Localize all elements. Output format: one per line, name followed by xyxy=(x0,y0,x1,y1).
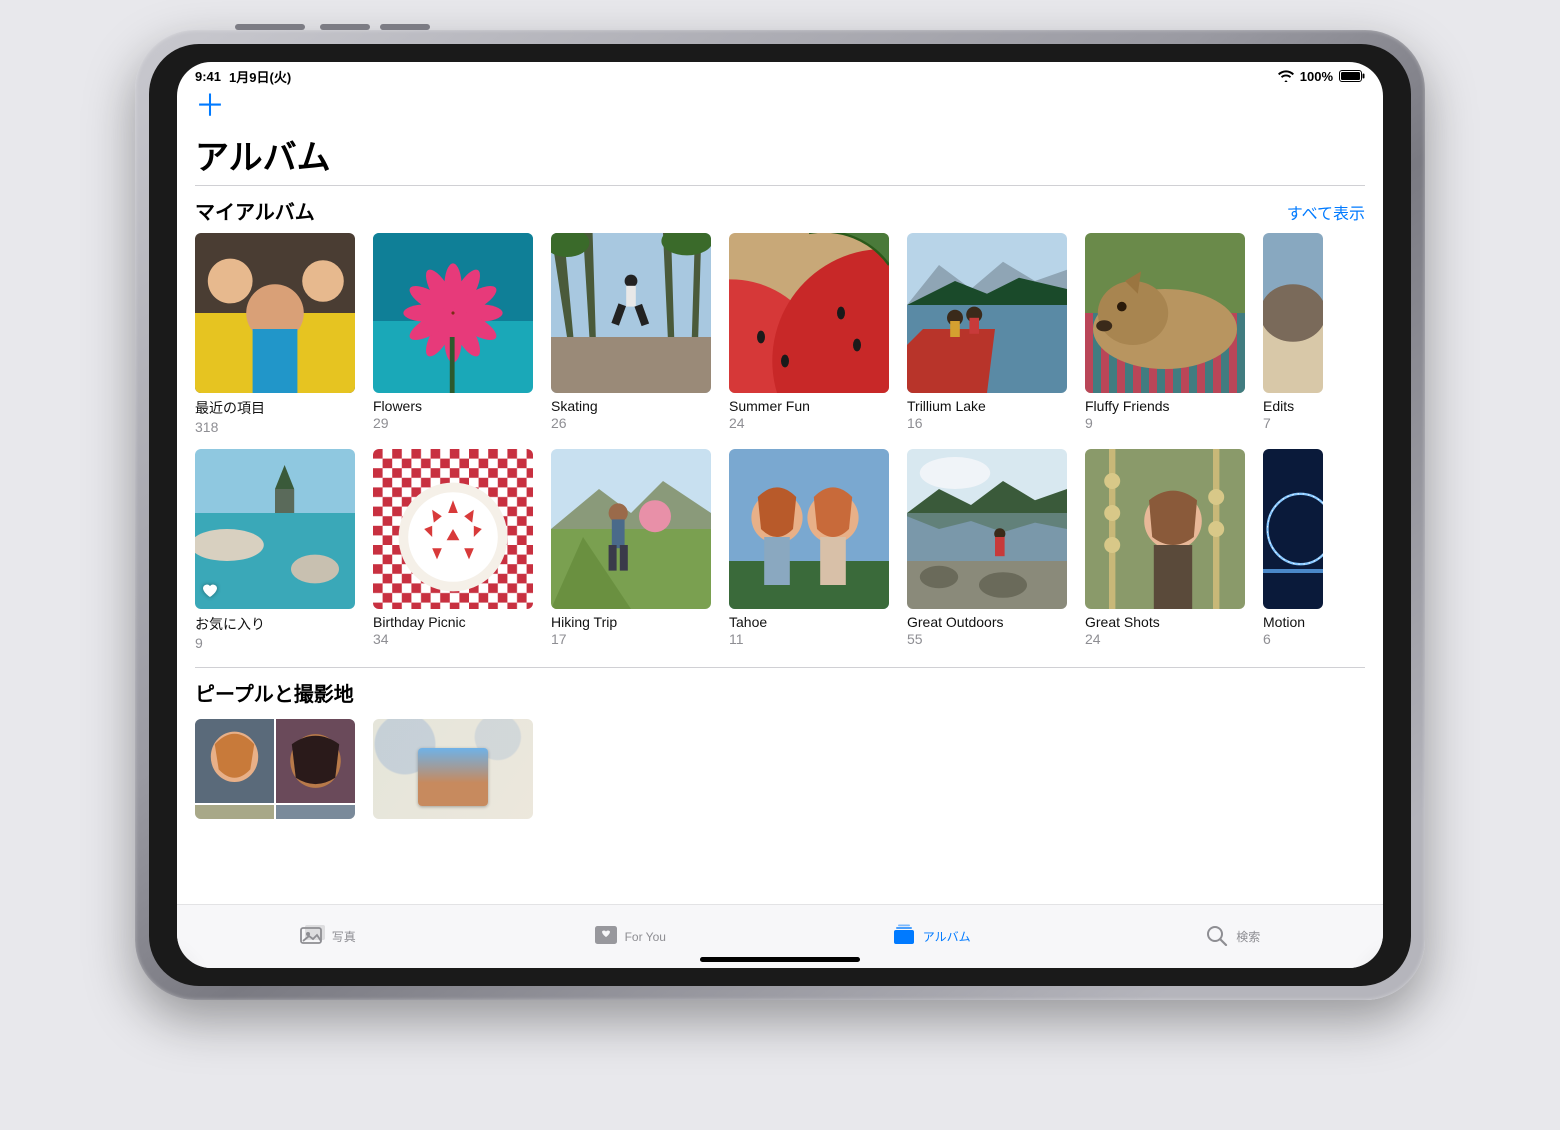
album-count: 24 xyxy=(729,415,889,431)
album-name: お気に入り xyxy=(195,614,355,634)
people-album[interactable] xyxy=(195,719,355,819)
album-count: 17 xyxy=(551,631,711,647)
album-count: 9 xyxy=(195,635,355,651)
tab-label: For You xyxy=(625,930,666,944)
page-title: アルバム xyxy=(177,122,1383,185)
album-count: 9 xyxy=(1085,415,1245,431)
album-name: Edits xyxy=(1263,398,1323,414)
albums-icon xyxy=(891,924,917,949)
tab-label: 検索 xyxy=(1236,928,1260,945)
battery-percent: 100% xyxy=(1300,69,1333,84)
battery-icon xyxy=(1339,70,1365,82)
album-count: 7 xyxy=(1263,415,1323,431)
album-name: 最近の項目 xyxy=(195,398,355,418)
places-album[interactable] xyxy=(373,719,533,819)
album-birthday-picnic[interactable]: Birthday Picnic 34 xyxy=(373,449,533,651)
status-time: 9:41 xyxy=(195,69,221,84)
album-count: 11 xyxy=(729,631,889,647)
album-name: Skating xyxy=(551,398,711,414)
album-name: Motion xyxy=(1263,614,1323,630)
album-edits[interactable]: Edits 7 xyxy=(1263,233,1323,435)
wifi-icon xyxy=(1278,70,1294,82)
see-all-link[interactable]: すべて表示 xyxy=(1287,200,1365,224)
album-great-shots[interactable]: Great Shots 24 xyxy=(1085,449,1245,651)
status-bar: 9:41 1月9日(火) 100% xyxy=(177,62,1383,86)
album-motion[interactable]: Motion 6 xyxy=(1263,449,1323,651)
people-places-row xyxy=(195,715,1383,819)
album-count: 24 xyxy=(1085,631,1245,647)
album-count: 318 xyxy=(195,419,355,435)
album-count: 34 xyxy=(373,631,533,647)
album-row: お気に入り 9 Birthday Picnic 34 Hiking Trip 1… xyxy=(195,449,1383,651)
album-recent[interactable]: 最近の項目 318 xyxy=(195,233,355,435)
tab-photos[interactable]: 写真 xyxy=(177,905,479,968)
album-fluffy-friends[interactable]: Fluffy Friends 9 xyxy=(1085,233,1245,435)
album-name: Tahoe xyxy=(729,614,889,630)
tab-label: アルバム xyxy=(923,928,971,945)
album-name: Trillium Lake xyxy=(907,398,1067,414)
album-count: 16 xyxy=(907,415,1067,431)
add-album-button[interactable]: ＋ xyxy=(195,90,225,123)
album-skating[interactable]: Skating 26 xyxy=(551,233,711,435)
album-name: Birthday Picnic xyxy=(373,614,533,630)
album-hiking-trip[interactable]: Hiking Trip 17 xyxy=(551,449,711,651)
section-title-people-places: ピープルと撮影地 xyxy=(195,678,354,707)
album-great-outdoors[interactable]: Great Outdoors 55 xyxy=(907,449,1067,651)
album-name: Great Outdoors xyxy=(907,614,1067,630)
album-name: Summer Fun xyxy=(729,398,889,414)
tab-bar: 写真 For You アルバム 検索 xyxy=(177,904,1383,968)
album-count: 26 xyxy=(551,415,711,431)
album-count: 6 xyxy=(1263,631,1323,647)
album-summer-fun[interactable]: Summer Fun 24 xyxy=(729,233,889,435)
section-title-my-albums: マイアルバム xyxy=(195,196,315,225)
home-indicator[interactable] xyxy=(700,957,860,962)
search-icon xyxy=(1204,924,1230,949)
album-flowers[interactable]: Flowers 29 xyxy=(373,233,533,435)
tab-label: 写真 xyxy=(332,928,356,945)
album-name: Great Shots xyxy=(1085,614,1245,630)
album-name: Flowers xyxy=(373,398,533,414)
album-favorites[interactable]: お気に入り 9 xyxy=(195,449,355,651)
photos-icon xyxy=(300,924,326,949)
tab-search[interactable]: 検索 xyxy=(1082,905,1384,968)
album-trillium-lake[interactable]: Trillium Lake 16 xyxy=(907,233,1067,435)
album-row: 最近の項目 318 Flowers 29 Skating 26 xyxy=(195,233,1383,435)
album-tahoe[interactable]: Tahoe 11 xyxy=(729,449,889,651)
album-count: 29 xyxy=(373,415,533,431)
album-count: 55 xyxy=(907,631,1067,647)
album-name: Hiking Trip xyxy=(551,614,711,630)
album-name: Fluffy Friends xyxy=(1085,398,1245,414)
for-you-icon xyxy=(593,924,619,949)
status-date: 1月9日(火) xyxy=(229,67,291,86)
heart-icon xyxy=(201,582,219,603)
